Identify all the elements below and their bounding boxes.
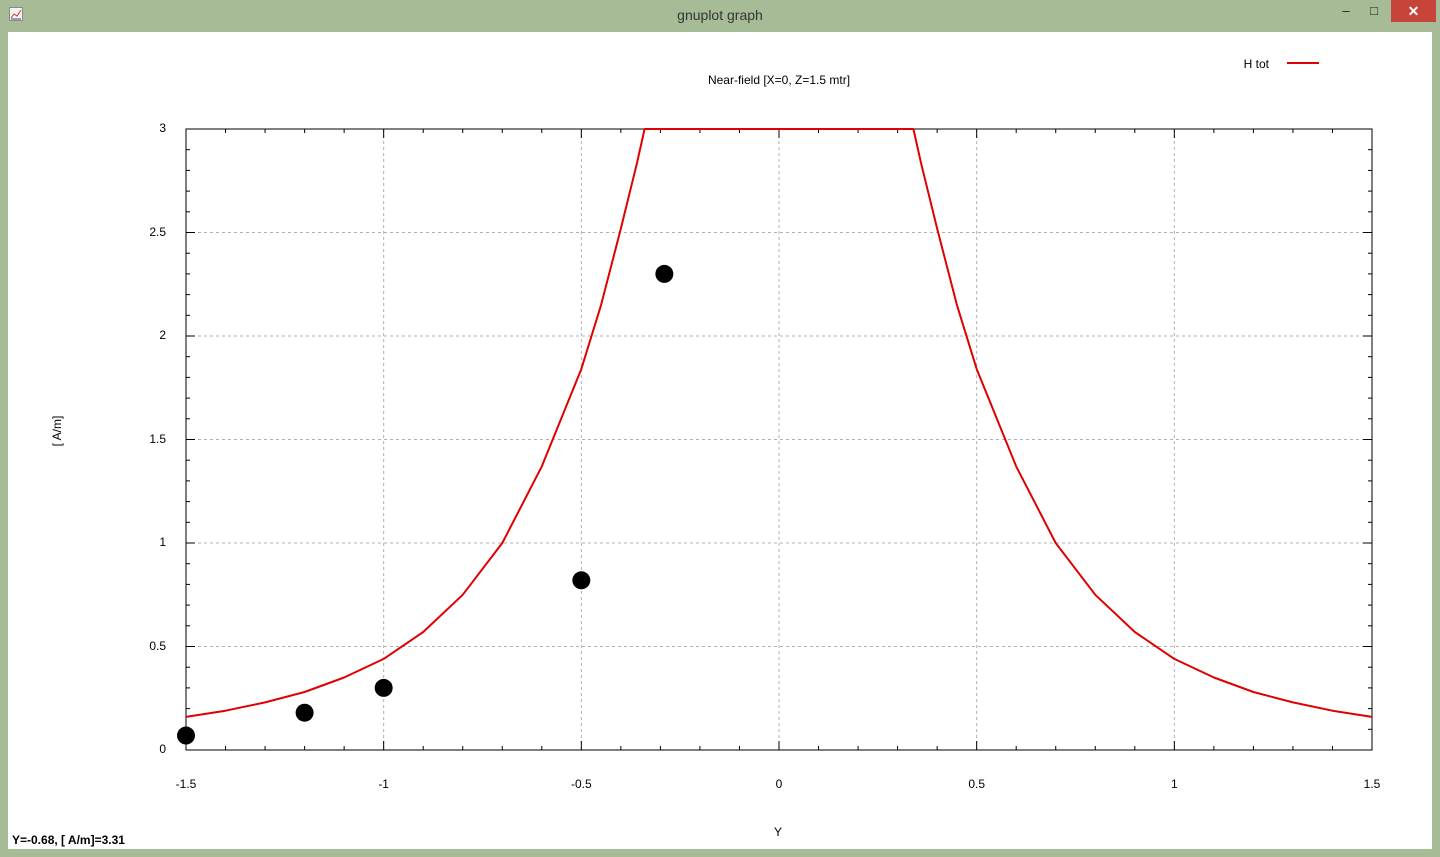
- chart-canvas: [177, 62, 1373, 751]
- data-point: [295, 703, 314, 722]
- x-tick-label: 1.5: [1363, 777, 1381, 791]
- y-tick-label: 0.5: [149, 638, 166, 653]
- y-tick-label: 0: [159, 742, 166, 756]
- y-tick-label: 3: [159, 121, 166, 135]
- x-tick-label: 0.5: [968, 777, 985, 791]
- gnuplot-window: gnuplot graph – □ ✕ Near-field [X=0, Z=1…: [0, 0, 1440, 857]
- maximize-button[interactable]: □: [1361, 0, 1387, 22]
- legend-label-h-tot: H tot: [1243, 57, 1269, 71]
- plot-area[interactable]: Near-field [X=0, Z=1.5 mtr] H tot [ A/m]…: [8, 32, 1432, 849]
- x-tick-label: -1: [378, 777, 389, 791]
- x-tick-label: 1: [1170, 777, 1178, 791]
- close-button[interactable]: ✕: [1391, 0, 1436, 22]
- x-tick-label: -1.5: [175, 777, 197, 791]
- y-tick-label: 1: [159, 535, 166, 549]
- data-point: [374, 678, 393, 697]
- y-tick-label: 2.5: [149, 224, 166, 239]
- x-tick-label: -0.5: [570, 777, 592, 791]
- coordinate-readout: Y=-0.68, [ A/m]=3.31: [12, 833, 125, 847]
- data-point: [177, 726, 195, 745]
- y-tick-label: 1.5: [149, 431, 166, 446]
- window-title: gnuplot graph: [677, 7, 763, 23]
- x-tick-label: 0: [775, 777, 783, 791]
- y-axis-label: [ A/m]: [50, 415, 64, 447]
- data-point: [655, 264, 674, 283]
- minimize-button[interactable]: –: [1333, 0, 1359, 22]
- y-tick-label: 2: [159, 328, 166, 342]
- title-bar[interactable]: gnuplot graph – □ ✕: [0, 0, 1440, 32]
- data-point: [572, 571, 591, 590]
- chart-title: Near-field [X=0, Z=1.5 mtr]: [707, 73, 851, 87]
- x-axis-label: Y: [773, 825, 782, 839]
